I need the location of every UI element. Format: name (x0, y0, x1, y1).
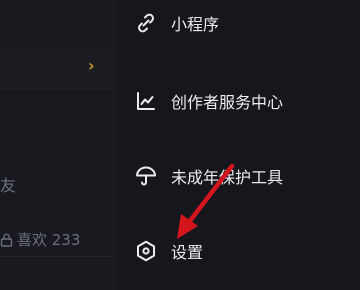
umbrella-icon (136, 166, 156, 186)
menu-item-label: 小程序 (171, 15, 220, 34)
menu-item-settings[interactable]: 设置 (118, 231, 360, 271)
menu-item-mini-program[interactable]: 小程序 (118, 3, 360, 43)
menu-item-creator-center[interactable]: 创作者服务中心 (118, 81, 360, 121)
mini-program-icon (138, 13, 154, 33)
divider (0, 256, 112, 257)
creator-chart-icon (137, 92, 155, 110)
likes-label: 喜欢 233 (17, 231, 81, 249)
likes-count: 喜欢 233 (0, 229, 80, 250)
hexagon-settings-icon (137, 240, 155, 262)
profile-row[interactable] (0, 48, 112, 89)
menu-item-minor-protection[interactable]: 未成年保护工具 (118, 156, 360, 196)
menu-item-label: 设置 (171, 243, 204, 262)
friend-label: 友 (0, 176, 17, 195)
profile-panel-dimmed: › 友 喜欢 233 (0, 0, 118, 290)
screen: › 友 喜欢 233 小程序 创作者服务中心 未成年保护工具 设置 (0, 0, 360, 290)
chevron-right-icon: › (88, 56, 95, 75)
menu-item-label: 创作者服务中心 (171, 93, 284, 112)
side-menu: 小程序 创作者服务中心 未成年保护工具 设置 (118, 0, 360, 290)
lock-icon (0, 233, 13, 247)
menu-item-label: 未成年保护工具 (171, 168, 284, 187)
